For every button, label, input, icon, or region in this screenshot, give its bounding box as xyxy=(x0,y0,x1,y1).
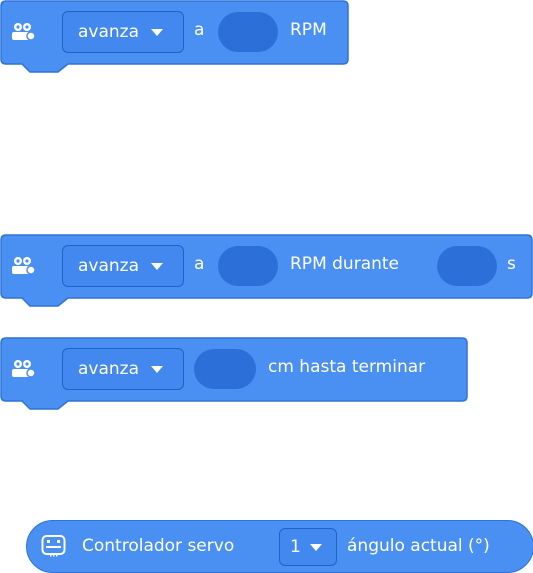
a-label: a xyxy=(194,20,205,40)
duration-input[interactable] xyxy=(437,246,497,286)
cm-hasta-terminar-label: cm hasta terminar xyxy=(268,357,426,377)
distance-input[interactable] xyxy=(194,349,256,389)
robot-motors-icon xyxy=(8,254,42,280)
rpm-input[interactable] xyxy=(218,246,278,286)
servo-angle-reporter[interactable]: Controlador servo 1 ángulo actual (°) xyxy=(26,520,533,573)
direction-dropdown[interactable]: avanza xyxy=(62,245,184,287)
chevron-down-icon xyxy=(151,262,164,270)
chevron-down-icon xyxy=(309,543,322,551)
direction-value: avanza xyxy=(78,359,140,379)
chevron-down-icon xyxy=(151,28,164,36)
direction-value: avanza xyxy=(78,256,140,276)
motor-speed-duration-block[interactable]: avanza a RPM durante s xyxy=(0,234,533,314)
servo-label: Controlador servo xyxy=(82,536,235,556)
motor-distance-block[interactable]: avanza cm hasta terminar xyxy=(0,337,470,417)
rpm-input[interactable] xyxy=(218,12,278,52)
chevron-down-icon xyxy=(151,365,164,373)
port-value: 1 xyxy=(290,537,301,557)
robot-motors-icon xyxy=(8,357,42,383)
direction-value: avanza xyxy=(78,22,140,42)
motor-speed-block[interactable]: avanza a RPM xyxy=(0,0,350,80)
rpm-label: RPM xyxy=(290,20,327,40)
servo-controller-icon xyxy=(41,534,67,558)
a-label: a xyxy=(194,254,205,274)
port-dropdown[interactable]: 1 xyxy=(279,528,337,566)
seconds-label: s xyxy=(507,254,516,274)
angle-label: ángulo actual (°) xyxy=(347,536,490,556)
direction-dropdown[interactable]: avanza xyxy=(62,348,184,390)
rpm-durante-label: RPM durante xyxy=(290,254,400,274)
robot-motors-icon xyxy=(8,20,42,46)
direction-dropdown[interactable]: avanza xyxy=(62,11,184,53)
